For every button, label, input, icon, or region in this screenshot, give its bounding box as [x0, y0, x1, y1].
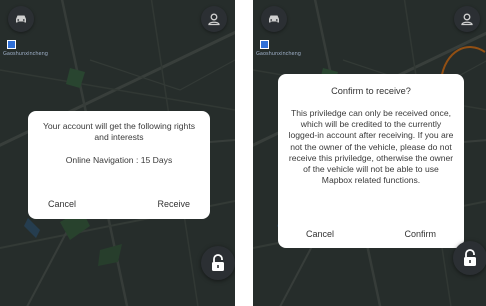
cancel-button[interactable]: Cancel — [306, 229, 334, 239]
map-place-label: Gaoshunxincheng — [256, 51, 301, 57]
dialog-actions: Cancel Receive — [28, 199, 210, 209]
rights-dialog: Your account will get the following righ… — [28, 111, 210, 219]
confirm-dialog: Confirm to receive? This priviledge can … — [278, 74, 464, 248]
cancel-button[interactable]: Cancel — [48, 199, 76, 209]
unlock-icon — [212, 254, 224, 271]
dialog-actions: Cancel Confirm — [278, 229, 464, 239]
car-icon — [269, 15, 279, 23]
dialog-body: This priviledge can only be received onc… — [288, 108, 454, 186]
unlock-icon — [464, 249, 476, 266]
map-place-label: Gaoshunxincheng — [3, 51, 48, 57]
dialog-message: Your account will get the following righ… — [42, 121, 196, 142]
location-marker-icon — [7, 40, 16, 49]
lock-button[interactable] — [201, 246, 235, 280]
user-button[interactable] — [201, 6, 227, 32]
location-marker-icon — [260, 40, 269, 49]
user-icon — [208, 13, 220, 26]
left-screen: Gaoshunxincheng Your account will get th… — [0, 0, 235, 306]
confirm-button[interactable]: Confirm — [404, 229, 436, 239]
car-button[interactable] — [8, 6, 34, 32]
user-icon — [461, 13, 473, 26]
car-button[interactable] — [261, 6, 287, 32]
dialog-title: Confirm to receive? — [331, 86, 411, 96]
lock-button[interactable] — [453, 241, 486, 275]
right-screen: Gaoshunxincheng Confirm to receive? This… — [253, 0, 486, 306]
user-button[interactable] — [454, 6, 480, 32]
dialog-detail: Online Navigation : 15 Days — [65, 155, 173, 165]
receive-button[interactable]: Receive — [157, 199, 190, 209]
car-icon — [16, 15, 26, 23]
